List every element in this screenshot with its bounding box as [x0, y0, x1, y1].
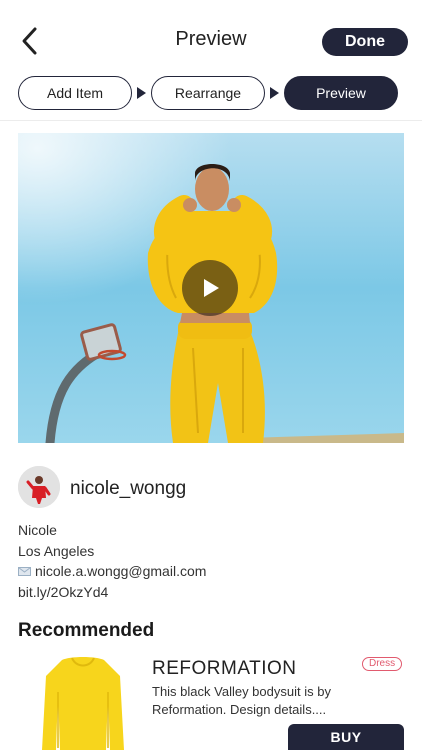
username[interactable]: nicole_wongg [70, 478, 186, 500]
tab-preview[interactable]: Preview [284, 76, 398, 110]
recommended-heading: Recommended [18, 620, 155, 641]
profile-bio: Nicole Los Angeles nicole.a.wongg@gmail.… [18, 520, 404, 602]
profile-email-row: nicole.a.wongg@gmail.com [18, 561, 404, 582]
step-arrow-icon [137, 87, 146, 99]
step-arrow-icon [270, 87, 279, 99]
product-description: This black Valley bodysuit is by Reforma… [152, 684, 331, 717]
profile-location: Los Angeles [18, 542, 95, 559]
buy-button[interactable]: BUY [288, 724, 404, 750]
category-badge: Dress [362, 657, 403, 671]
product-brand: REFORMATION [152, 658, 297, 679]
done-button[interactable]: Done [322, 28, 408, 56]
profile-header: nicole_wongg [18, 466, 404, 510]
product-card: REFORMATION Dress This black Valley body… [18, 650, 404, 750]
play-button[interactable] [182, 260, 238, 316]
header: Preview Done [0, 0, 422, 70]
profile-email[interactable]: nicole.a.wongg@gmail.com [35, 563, 206, 579]
step-tabs: Add Item Rearrange Preview [0, 76, 422, 112]
sweater-image [42, 657, 124, 750]
avatar-image [18, 466, 60, 508]
profile-name: Nicole [18, 522, 57, 538]
play-icon [204, 279, 219, 297]
tab-add-item[interactable]: Add Item [18, 76, 132, 110]
product-image[interactable] [40, 652, 126, 750]
tab-rearrange[interactable]: Rearrange [151, 76, 265, 110]
divider [0, 120, 422, 121]
envelope-icon [18, 567, 31, 576]
avatar[interactable] [18, 466, 60, 508]
video-thumbnail[interactable] [18, 133, 404, 443]
profile-link[interactable]: bit.ly/2OkzYd4 [18, 582, 404, 603]
